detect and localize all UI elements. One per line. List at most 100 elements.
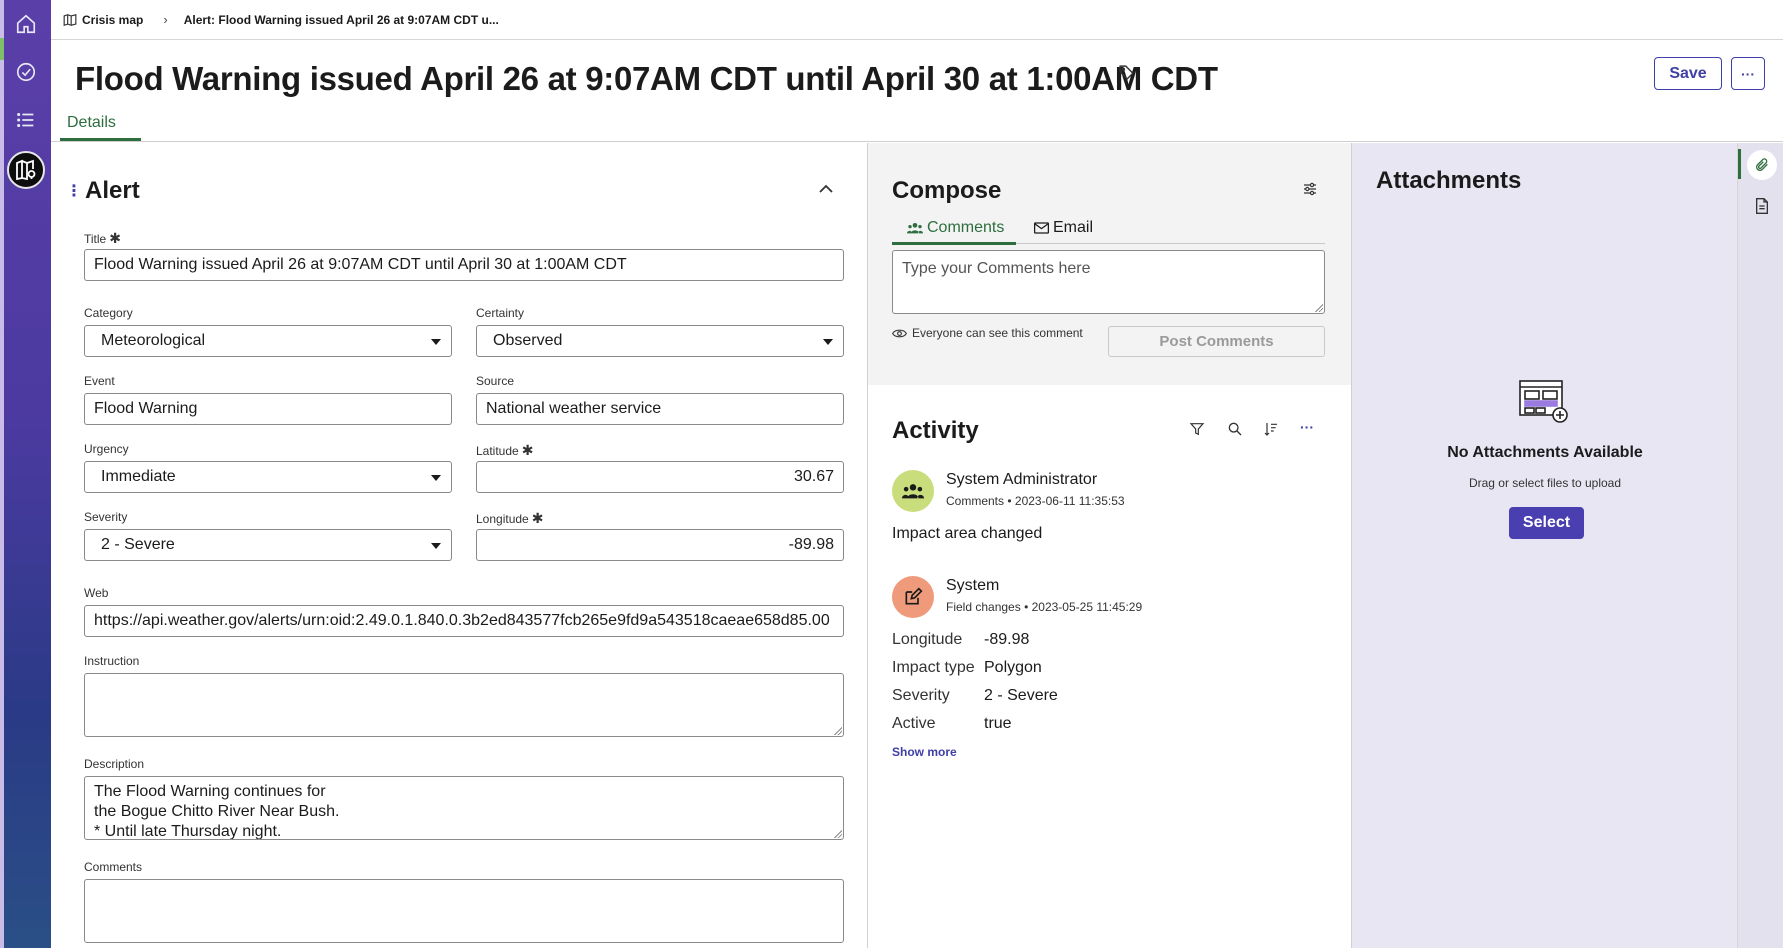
resize-handle[interactable] bbox=[833, 726, 842, 735]
no-attachments-title: No Attachments Available bbox=[1447, 444, 1643, 461]
activity-timestamp: 2023-05-25 11:45:29 bbox=[1031, 600, 1143, 614]
compose-panel: Compose Comments Email Type your Comment… bbox=[868, 143, 1351, 385]
alert-form-panel: ⋮ Alert Title ✱ Flood Warning issued Apri… bbox=[51, 143, 868, 948]
tab-email-label: Email bbox=[1053, 219, 1094, 236]
certainty-value: Observed bbox=[493, 332, 563, 349]
upload-hint: Drag or select files to upload bbox=[1468, 476, 1622, 490]
crisis-map-app-icon[interactable] bbox=[7, 151, 45, 189]
search-icon[interactable] bbox=[1227, 421, 1243, 442]
show-more-link[interactable]: Show more bbox=[892, 745, 957, 759]
comment-input[interactable]: Type your Comments here bbox=[892, 250, 1325, 314]
document-icon[interactable] bbox=[1747, 191, 1777, 221]
left-nav-rail bbox=[0, 0, 51, 948]
instruction-textarea[interactable] bbox=[84, 673, 844, 737]
attachments-title: Attachments bbox=[1376, 167, 1522, 194]
caret-down-icon bbox=[823, 339, 833, 345]
severity-select[interactable]: 2 - Severe bbox=[84, 529, 452, 561]
latitude-field[interactable]: 30.67 bbox=[476, 461, 844, 493]
edit-icon bbox=[905, 587, 923, 605]
rail-edge bbox=[0, 0, 4, 948]
sort-icon[interactable] bbox=[1263, 421, 1279, 442]
activity-type: Comments bbox=[946, 494, 1005, 508]
mail-icon bbox=[1034, 222, 1049, 234]
people-icon bbox=[907, 223, 923, 234]
paperclip-icon[interactable] bbox=[1747, 150, 1777, 180]
caret-down-icon bbox=[431, 339, 441, 345]
longitude-label: Longitude ✱ bbox=[476, 510, 544, 526]
select-files-button[interactable]: Select bbox=[1509, 507, 1584, 539]
activity-author: System Administrator bbox=[946, 471, 1098, 488]
certainty-label: Certainty bbox=[476, 306, 525, 320]
category-label: Category bbox=[84, 306, 133, 320]
page-title: Flood Warning issued April 26 at 9:07AM … bbox=[75, 60, 1218, 97]
settings-sliders-icon[interactable] bbox=[1302, 181, 1318, 202]
save-button[interactable]: Save bbox=[1654, 57, 1722, 90]
post-comments-button[interactable]: Post Comments bbox=[1108, 326, 1325, 357]
list-icon[interactable] bbox=[13, 107, 39, 133]
tag-icon[interactable] bbox=[1118, 64, 1135, 86]
change-key: Severity bbox=[892, 687, 950, 704]
event-field[interactable]: Flood Warning bbox=[84, 393, 452, 425]
web-label: Web bbox=[84, 586, 109, 600]
record-header: Flood Warning issued April 26 at 9:07AM … bbox=[51, 40, 1783, 142]
description-label: Description bbox=[84, 757, 145, 771]
comments-textarea[interactable] bbox=[84, 879, 844, 943]
rail-edge-accent bbox=[0, 38, 4, 60]
description-line: * Until late Thursday night. bbox=[94, 823, 282, 840]
instruction-label: Instruction bbox=[84, 654, 140, 668]
chevron-up-icon[interactable] bbox=[819, 181, 833, 199]
severity-value: 2 - Severe bbox=[101, 536, 175, 553]
change-value: Polygon bbox=[984, 659, 1042, 676]
visibility-note: Everyone can see this comment bbox=[892, 326, 1083, 340]
drag-handle-icon[interactable]: ⋮ bbox=[66, 181, 82, 201]
latitude-label: Latitude ✱ bbox=[476, 442, 534, 458]
home-icon[interactable] bbox=[13, 11, 39, 37]
certainty-select[interactable]: Observed bbox=[476, 325, 844, 357]
tab-details[interactable]: Details bbox=[67, 114, 116, 132]
title-field[interactable]: Flood Warning issued April 26 at 9:07AM … bbox=[84, 249, 844, 281]
activity-timestamp: 2023-06-11 11:35:53 bbox=[1014, 494, 1125, 508]
compose-title: Compose bbox=[892, 177, 1002, 204]
group-icon bbox=[902, 484, 924, 499]
rail-active-indicator bbox=[1738, 149, 1741, 179]
change-value: true bbox=[984, 715, 1012, 732]
attachments-panel: Attachments No Attachments Available Dra… bbox=[1351, 143, 1737, 948]
breadcrumb-current: Alert: Flood Warning issued April 26 at … bbox=[184, 13, 499, 27]
urgency-value: Immediate bbox=[101, 468, 176, 485]
activity-panel: Activity ··· System Administrator Commen… bbox=[868, 385, 1351, 948]
tab-email[interactable]: Email bbox=[1034, 219, 1093, 237]
web-field[interactable]: https://api.weather.gov/alerts/urn:oid:2… bbox=[84, 605, 844, 637]
urgency-select[interactable]: Immediate bbox=[84, 461, 452, 493]
change-value: 2 - Severe bbox=[984, 687, 1058, 704]
breadcrumb-home-label: Crisis map bbox=[82, 12, 144, 27]
category-select[interactable]: Meteorological bbox=[84, 325, 452, 357]
change-key: Active bbox=[892, 715, 936, 732]
change-key: Impact type bbox=[892, 659, 975, 676]
comment-placeholder: Type your Comments here bbox=[902, 260, 1091, 277]
breadcrumb-home[interactable]: Crisis map bbox=[63, 13, 143, 27]
tab-comments[interactable]: Comments bbox=[907, 219, 1004, 237]
resize-handle[interactable] bbox=[1314, 303, 1323, 312]
severity-label: Severity bbox=[84, 510, 128, 524]
check-circle-icon[interactable] bbox=[13, 59, 39, 85]
description-line: the Bogue Chitto River Near Bush. bbox=[94, 803, 340, 820]
description-line: The Flood Warning continues for bbox=[94, 783, 326, 800]
description-textarea[interactable]: The Flood Warning continues for the Bogu… bbox=[84, 776, 844, 840]
source-field[interactable]: National weather service bbox=[476, 393, 844, 425]
activity-meta: Field changes • 2023-05-25 11:45:29 bbox=[946, 600, 1142, 614]
tab-details-indicator bbox=[60, 138, 141, 141]
activity-more-button[interactable]: ··· bbox=[1300, 419, 1314, 435]
tab-comments-label: Comments bbox=[927, 219, 1005, 236]
breadcrumb-current-label: Alert: Flood Warning issued April 26 at … bbox=[183, 12, 499, 27]
filter-icon[interactable] bbox=[1189, 421, 1205, 442]
breadcrumb: Crisis map › Alert: Flood Warning issued… bbox=[51, 0, 1783, 40]
longitude-field[interactable]: -89.98 bbox=[476, 529, 844, 561]
activity-author: System bbox=[946, 577, 1000, 594]
urgency-label: Urgency bbox=[84, 442, 129, 456]
resize-handle[interactable] bbox=[833, 829, 842, 838]
section-title: Alert bbox=[85, 177, 140, 204]
visibility-text: Everyone can see this comment bbox=[912, 326, 1083, 340]
caret-down-icon bbox=[431, 475, 441, 481]
more-actions-button[interactable]: ··· bbox=[1731, 57, 1765, 90]
tab-comments-indicator bbox=[892, 242, 1016, 245]
